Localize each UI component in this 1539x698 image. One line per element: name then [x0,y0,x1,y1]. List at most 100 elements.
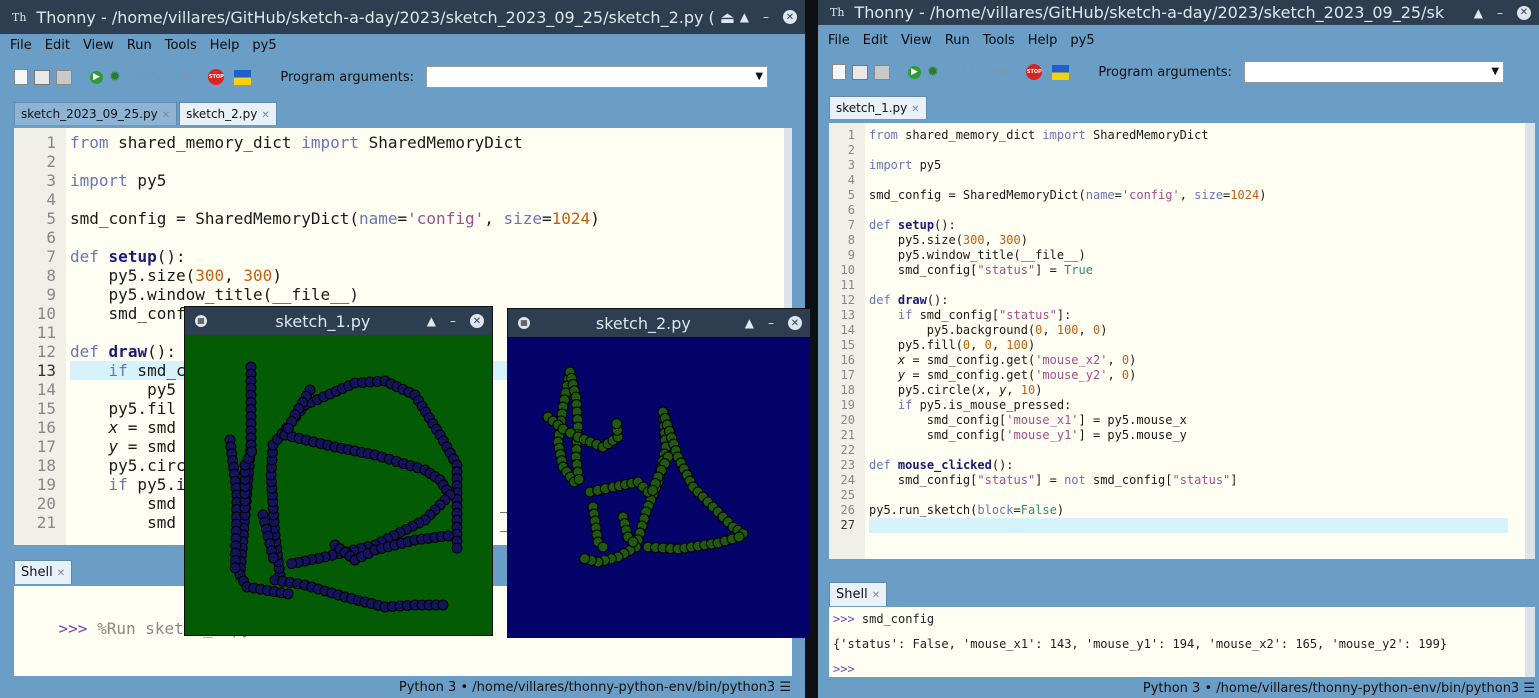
code-line[interactable] [70,190,792,209]
run-icon[interactable]: ▶ [908,65,921,79]
code-line[interactable] [869,518,1508,533]
code-line[interactable]: smd_config['mouse_x1'] = py5.mouse_x [869,413,1508,428]
editor-scrollbar[interactable] [1525,123,1535,559]
minimize-icon[interactable]: – [450,314,456,328]
code-line[interactable]: if smd_config["status"]: [869,308,1508,323]
step-into-icon[interactable]: ⇥⇤ [175,69,197,85]
left-title-bar[interactable]: Th Thonny - /home/villares/GitHub/sketch… [0,0,805,34]
stop-icon[interactable]: STOP [1026,64,1043,80]
close-icon[interactable]: ✕ [470,314,484,328]
close-icon[interactable]: ✕ [1517,5,1531,20]
chevron-down-icon[interactable]: ▼ [755,71,763,82]
code-line[interactable] [70,228,792,247]
shade-icon[interactable]: ▲ [740,10,749,24]
open-file-icon[interactable] [852,64,868,80]
minimize-icon[interactable]: – [763,10,769,24]
menu-view[interactable]: View [83,38,114,53]
code-line[interactable]: from shared_memory_dict import SharedMem… [70,133,792,152]
close-icon[interactable]: ✕ [788,316,802,330]
code-line[interactable]: py5.run_sketch(block=False) [869,503,1508,518]
shade-icon[interactable]: ▲ [745,316,754,330]
new-file-icon[interactable] [14,69,28,85]
program-arguments-input[interactable]: ▼ [1244,61,1505,83]
code-line[interactable]: py5.window_title(__file__) [70,285,792,304]
code-line[interactable]: def setup(): [70,247,792,266]
sketch-1-window[interactable]: ▦ sketch_1.py ▲ – ✕ [184,306,493,636]
close-tab-icon[interactable]: ✕ [162,110,170,121]
menu-edit[interactable]: Edit [45,38,70,53]
sketch-2-window[interactable]: ▦ sketch_2.py ▲ – ✕ [507,308,811,638]
shade-icon[interactable]: ▲ [427,314,436,328]
menu-help[interactable]: Help [1028,33,1058,48]
shell-console[interactable]: >>> smd_config {'status': False, 'mouse_x… [829,607,1525,677]
save-file-icon[interactable] [874,64,890,80]
menu-py5[interactable]: py5 [1070,33,1094,48]
menu-run[interactable]: Run [945,33,970,48]
code-line[interactable]: py5.fill(0, 0, 100) [869,338,1508,353]
code-line[interactable]: import py5 [869,158,1508,173]
stop-icon[interactable]: STOP [208,69,225,85]
code-line[interactable]: def draw(): [869,293,1508,308]
code-line[interactable]: x = smd_config.get('mouse_x2', 0) [869,353,1508,368]
code-line[interactable]: def mouse_clicked(): [869,458,1508,473]
code-line[interactable]: from shared_memory_dict import SharedMem… [869,128,1508,143]
ukraine-flag-icon[interactable] [1052,64,1070,80]
code-line[interactable] [869,143,1508,158]
code-line[interactable]: smd_config["status"] = not smd_config["s… [869,473,1508,488]
tab-sketch-1-py[interactable]: sketch_1.py ✕ [829,96,927,119]
code-line[interactable]: smd_config = SharedMemoryDict(name='conf… [869,188,1508,203]
save-file-icon[interactable] [56,69,72,85]
sketch-2-title-bar[interactable]: ▦ sketch_2.py ▲ – ✕ [508,309,810,337]
code-line[interactable]: def setup(): [869,218,1508,233]
run-icon[interactable]: ▶ [90,70,103,84]
code-line[interactable] [70,152,792,171]
sketch-1-canvas[interactable] [185,335,492,635]
sketch-1-title-bar[interactable]: ▦ sketch_1.py ▲ – ✕ [185,307,492,335]
code-line[interactable]: y = smd_config.get('mouse_y2', 0) [869,368,1508,383]
menu-help[interactable]: Help [210,38,240,53]
code-line[interactable]: py5.size(300, 300) [869,233,1508,248]
code-line[interactable]: smd_config["status"] = True [869,263,1508,278]
shell-tab[interactable]: Shell ✕ [829,582,888,606]
ukraine-flag-icon[interactable] [234,69,252,85]
menu-view[interactable]: View [901,33,932,48]
code-line[interactable]: if py5.is_mouse_pressed: [869,398,1508,413]
menu-tools[interactable]: Tools [983,33,1015,48]
close-tab-icon[interactable]: ✕ [911,104,919,115]
step-into-icon[interactable]: ⇥⇤ [993,64,1015,80]
shell-tab[interactable]: Shell ✕ [14,560,73,584]
open-file-icon[interactable] [34,69,50,85]
menu-file[interactable]: File [10,38,32,53]
code-line[interactable] [869,173,1508,188]
step-over-icon[interactable]: ↷↸ [139,69,161,85]
minimize-icon[interactable]: – [768,316,774,330]
tab-sketch-2023-09-25-py[interactable]: sketch_2023_09_25.py ✕ [14,102,178,125]
code-text[interactable]: from shared_memory_dict import SharedMem… [869,123,1508,559]
debug-icon[interactable]: ✹ [109,69,121,85]
code-line[interactable] [869,488,1508,503]
close-icon[interactable]: ✕ [783,10,797,24]
code-line[interactable] [869,203,1508,218]
code-line[interactable]: py5.size(300, 300) [70,266,792,285]
shell-scrollbar[interactable] [1525,607,1535,677]
right-title-bar[interactable]: Th Thonny - /home/villares/GitHub/sketch… [818,0,1539,25]
code-line[interactable]: py5.circle(x, y, 10) [869,383,1508,398]
step-over-icon[interactable]: ↷↸ [957,64,979,80]
debug-icon[interactable]: ✹ [927,64,939,80]
code-line[interactable] [869,443,1508,458]
menu-edit[interactable]: Edit [863,33,888,48]
code-editor[interactable]: 1 2 3 4 5 6 7 8 9 10 11 12 13 14 15 16 17 18 19 20 21 22 23 24 2… [829,123,1525,559]
code-line[interactable]: py5.window_title(__file__) [869,248,1508,263]
close-tab-icon[interactable]: ✕ [261,110,269,121]
code-line[interactable]: smd_config['mouse_y1'] = py5.mouse_y [869,428,1508,443]
code-line[interactable] [869,278,1508,293]
sketch-2-canvas[interactable] [508,337,810,637]
menu-file[interactable]: File [828,33,850,48]
code-line[interactable]: py5.background(0, 100, 0) [869,323,1508,338]
menu-run[interactable]: Run [127,38,152,53]
shade-icon[interactable]: ▲ [1474,6,1483,20]
code-line[interactable]: import py5 [70,171,792,190]
chevron-down-icon[interactable]: ▼ [1491,66,1499,77]
program-arguments-input[interactable]: ▼ [426,66,769,88]
tab-sketch-2-py[interactable]: sketch_2.py ✕ [179,102,277,125]
